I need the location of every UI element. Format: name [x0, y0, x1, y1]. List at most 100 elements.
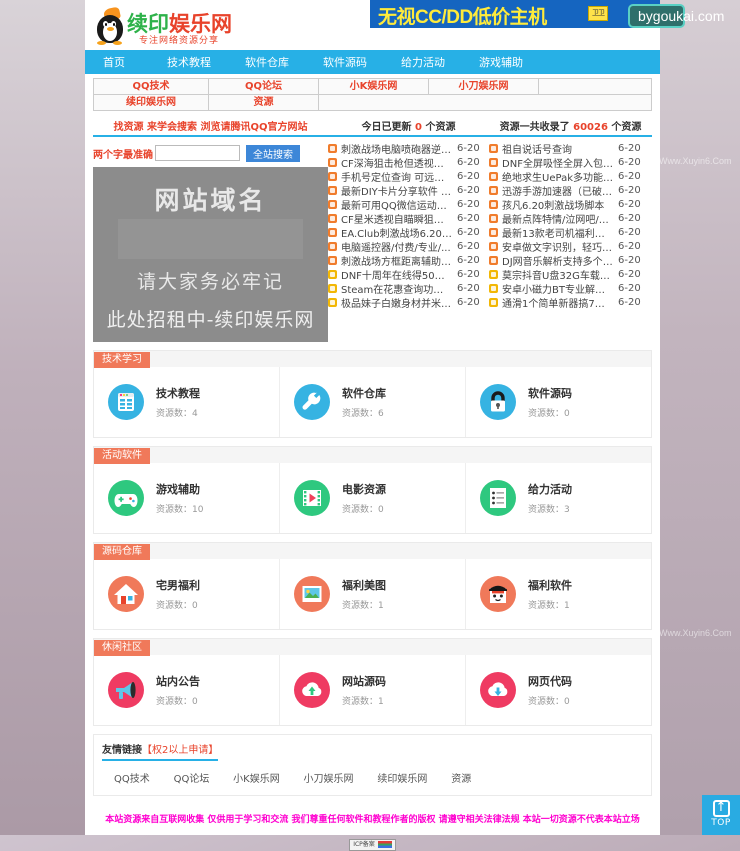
- list-item[interactable]: 莫宗抖音U盘32G车载音...6-20: [489, 267, 652, 281]
- nav-item-home[interactable]: 首页: [103, 54, 125, 70]
- list-item[interactable]: 刺激战场电脑喷砲器逆大... 6-20: [328, 141, 489, 155]
- partner-link-empty-1: .: [539, 79, 652, 95]
- site-header: 续印娱乐网 专注网络资源分享 无视CC/DD低价主机 卫卫 bygoukai.c…: [85, 0, 660, 50]
- scroll-to-top-button[interactable]: TOP: [702, 795, 740, 835]
- list-item[interactable]: DNF全屏吸怪全屏入包多...6-20: [489, 155, 652, 169]
- page-gutter-left: [0, 0, 85, 835]
- list-item[interactable]: 最新13款老司机福利直播... 6-20: [489, 225, 652, 239]
- list-item[interactable]: 最新点阵特情/泣网吧/会...6-20: [489, 211, 652, 225]
- top-ad-domain-badge[interactable]: bygoukai.com: [628, 4, 685, 28]
- category-count: 资源数：0: [528, 694, 572, 707]
- category-card-photo[interactable]: 福利美图 资源数：1: [280, 559, 466, 629]
- top-ad-banner[interactable]: 无视CC/DD低价主机 卫卫: [370, 0, 660, 28]
- list-item-title: 迅游手游加速器（已破解...: [502, 183, 614, 198]
- category-card-webcode[interactable]: 网页代码 资源数：0: [466, 655, 651, 725]
- list-item[interactable]: 刺激战场方框距离辅助，...6-20: [328, 253, 489, 267]
- list-item-date: 6-20: [618, 227, 641, 238]
- list-item[interactable]: 最新可用QQ微信运动小...6-20: [328, 197, 489, 211]
- category-text: 软件源码 资源数：0: [528, 385, 572, 419]
- list-item[interactable]: CF星米透视自瞄瞬狙穿墙...6-20: [328, 211, 489, 225]
- list-item-title: 最新DIY卡片分享软件 用...: [341, 183, 453, 198]
- domain-ad-placeholder-block: [118, 219, 303, 259]
- partner-link-xuyin[interactable]: 续印娱乐网: [94, 95, 209, 111]
- category-card-announcement[interactable]: 站内公告 资源数：0: [94, 655, 280, 725]
- category-name: 福利软件: [528, 577, 572, 593]
- top-ad-text: 无视CC/DD低价主机: [378, 2, 547, 28]
- category-card-zhainan[interactable]: 宅男福利 资源数：0: [94, 559, 280, 629]
- list-item-title: 安卓做文字识别，轻巧好...: [502, 239, 614, 254]
- site-footer: 本站资源来自互联网收集 仅供用于学习和交流 我们尊重任何软件和教程作者的版权 请…: [85, 812, 660, 851]
- partner-link-xiaodao[interactable]: 小刀娱乐网: [429, 79, 539, 95]
- list-item-title: 安卓小磁力BT专业解锁版...: [502, 281, 614, 296]
- list-item[interactable]: 迅游手游加速器（已破解...6-20: [489, 183, 652, 197]
- domain-ad-box[interactable]: 网站域名 请大家务必牢记 此处招租中-续印娱乐网: [93, 167, 328, 342]
- list-item-date: 6-20: [457, 143, 480, 154]
- list-item-title: 刺激战场电脑喷砲器逆大...: [341, 141, 453, 156]
- category-text: 宅男福利 资源数：0: [156, 577, 200, 611]
- footer-icp-badge[interactable]: ICP备案: [349, 839, 396, 851]
- list-item[interactable]: CF深海狙击枪但透视加子...6-20: [328, 155, 489, 169]
- list-item[interactable]: 电脑遥控器/付费/专业/...6-20: [328, 239, 489, 253]
- list-item[interactable]: 绝地求生UePak多功能辅...6-20: [489, 169, 652, 183]
- list-item-date: 6-20: [457, 283, 480, 294]
- category-count: 资源数：0: [342, 502, 386, 515]
- list-item-date: 6-20: [457, 227, 480, 238]
- list-item[interactable]: 极品妹子白嫩身材并米喷...6-20: [328, 295, 489, 309]
- list-item[interactable]: 通滑1个简单新器搞7天高...6-20: [489, 295, 652, 309]
- list-item[interactable]: 安卓小磁力BT专业解锁版...6-20: [489, 281, 652, 295]
- post-thumb-icon: [328, 284, 337, 293]
- category-card-welfare-software[interactable]: 福利软件 资源数：1: [466, 559, 651, 629]
- friend-link-xiaodao[interactable]: 小刀娱乐网: [304, 774, 354, 785]
- post-thumb-icon: [489, 270, 498, 279]
- category-count: 资源数：1: [342, 598, 386, 611]
- scroll-to-top-label: TOP: [702, 818, 740, 828]
- list-item-title: 最新13款老司机福利直播...: [502, 225, 614, 240]
- section-header: 活动软件: [94, 447, 651, 463]
- partner-link-xiaok[interactable]: 小K娱乐网: [319, 79, 429, 95]
- friend-link-qq-forum[interactable]: QQ论坛: [174, 774, 210, 785]
- category-card-sourcecode[interactable]: 软件源码 资源数：0: [466, 367, 651, 437]
- nav-item-source[interactable]: 软件源码: [323, 54, 367, 70]
- list-item[interactable]: Steam在花惠查询功能，...6-20: [328, 281, 489, 295]
- list-item[interactable]: 手机号定位查询 可远程...6-20: [328, 169, 489, 183]
- nav-item-tutorial[interactable]: 技术教程: [167, 54, 211, 70]
- nav-item-activity[interactable]: 给力活动: [401, 54, 445, 70]
- film-icon: [294, 480, 330, 516]
- partner-link-qq-forum[interactable]: QQ论坛: [209, 79, 319, 95]
- search-button[interactable]: 全站搜索: [246, 145, 300, 162]
- list-item[interactable]: DNF十周年在线得50级...6-20: [328, 267, 489, 281]
- list-item-title: CF星米透视自瞄瞬狙穿墙...: [341, 211, 453, 226]
- category-count: 资源数：4: [156, 406, 200, 419]
- nav-item-gamehelp[interactable]: 游戏辅助: [479, 54, 523, 70]
- list-item[interactable]: 祖自说话号查询6-20: [489, 141, 652, 155]
- category-card-site-source[interactable]: 网站源码 资源数：1: [280, 655, 466, 725]
- list-item[interactable]: EA.Club刺激战场6.20稳...6-20: [328, 225, 489, 239]
- friend-link-ziyuan[interactable]: 资源: [451, 774, 471, 785]
- list-item-date: 6-20: [618, 199, 641, 210]
- category-card-promo[interactable]: 给力活动 资源数：3: [466, 463, 651, 533]
- category-card-movie[interactable]: 电影资源 资源数：0: [280, 463, 466, 533]
- category-card-software[interactable]: 软件仓库 资源数：6: [280, 367, 466, 437]
- list-item[interactable]: 安卓做文字识别，轻巧好...6-20: [489, 239, 652, 253]
- nav-item-software[interactable]: 软件仓库: [245, 54, 289, 70]
- category-card-gamehelp[interactable]: 游戏辅助 资源数：10: [94, 463, 280, 533]
- search-input[interactable]: [155, 145, 240, 161]
- list-item[interactable]: 孩凡6.20刺激战场脚本6-20: [489, 197, 652, 211]
- site-logo[interactable]: 续印娱乐网 专注网络资源分享: [95, 6, 245, 46]
- partner-link-ziyuan[interactable]: 资源: [209, 95, 319, 111]
- friend-link-xuyin[interactable]: 续印娱乐网: [377, 774, 427, 785]
- partner-link-qq-tech[interactable]: QQ技术: [94, 79, 209, 95]
- category-name: 网站源码: [342, 673, 386, 689]
- domain-ad-line3: 此处招租中-续印娱乐网: [93, 305, 328, 332]
- list-item[interactable]: DJ网音乐解析支持多个D...6-20: [489, 253, 652, 267]
- category-card-tutorial[interactable]: 技术教程 资源数：4: [94, 367, 280, 437]
- penguin-icon: [95, 9, 125, 43]
- category-text: 福利软件 资源数：1: [528, 577, 572, 611]
- left-panel-headline: 找资源 来学会搜索 浏览请腾讯QQ官方网站: [93, 119, 328, 137]
- friend-link-xiaok[interactable]: 小K娱乐网: [233, 774, 280, 785]
- friend-link-qq-tech[interactable]: QQ技术: [114, 774, 150, 785]
- list-item[interactable]: 最新DIY卡片分享软件 用...6-20: [328, 183, 489, 197]
- cloud-upload-icon: [294, 672, 330, 708]
- right-panel: 资源一共收录了 60026 个资源 祖自说话号查询6-20 DNF全屏吸怪全屏入…: [489, 119, 652, 342]
- category-text: 站内公告 资源数：0: [156, 673, 200, 707]
